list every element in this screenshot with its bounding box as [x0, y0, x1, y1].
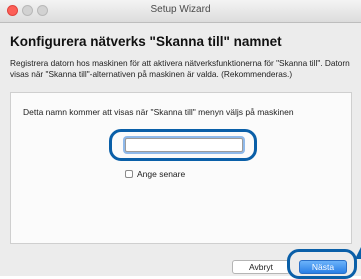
- specify-later-label: Ange senare: [137, 169, 186, 179]
- scan-name-panel: Detta namn kommer att visas när "Skanna …: [10, 92, 352, 244]
- window-title: Setup Wizard: [150, 4, 211, 15]
- title-bar: Setup Wizard: [0, 0, 361, 23]
- pointer-arrow-icon: [355, 247, 361, 259]
- cancel-button[interactable]: Avbryt: [232, 260, 290, 274]
- page-heading: Konfigurera nätverks "Skanna till" namne…: [10, 34, 282, 49]
- page-description: Registrera datorn hos maskinen för att a…: [10, 58, 350, 79]
- specify-later-checkbox[interactable]: [125, 170, 133, 178]
- next-button-highlight: [287, 249, 357, 279]
- setup-wizard-window: Setup Wizard Konfigurera nätverks "Skann…: [0, 0, 361, 279]
- scan-to-name-input[interactable]: [125, 138, 243, 152]
- name-prompt: Detta namn kommer att visas när "Skanna …: [23, 107, 294, 117]
